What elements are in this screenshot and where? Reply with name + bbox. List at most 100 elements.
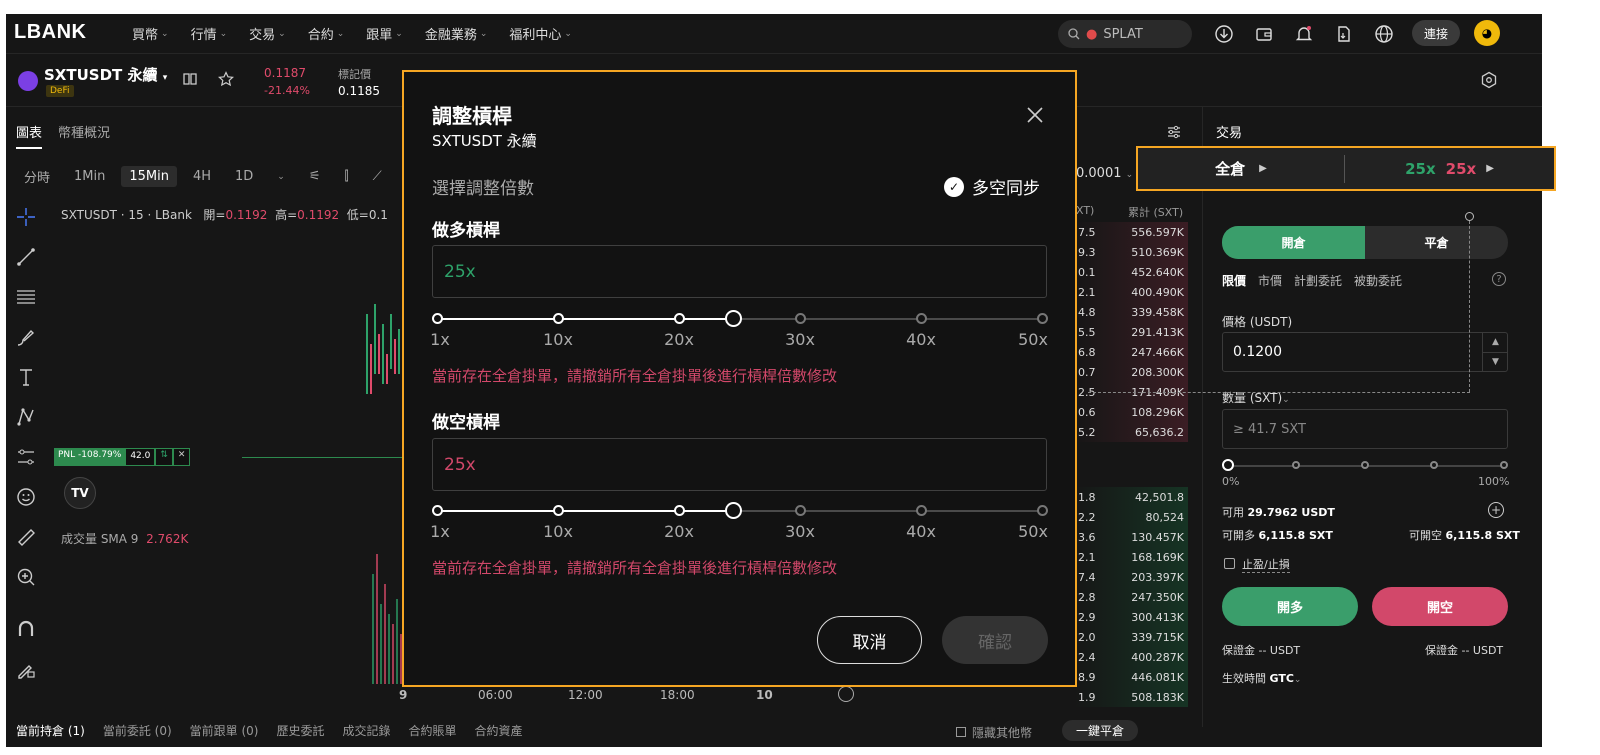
tab-market[interactable]: 市價 (1258, 272, 1282, 289)
tab-overview[interactable]: 幣種概況 (58, 122, 110, 149)
ruler-icon[interactable] (6, 517, 46, 557)
tf-line[interactable]: 分時 (16, 164, 58, 189)
long-short-sync-toggle[interactable]: ✓ 多空同步 (944, 174, 1040, 199)
connect-button[interactable]: 連接 (1412, 20, 1460, 46)
magnet-icon[interactable] (6, 609, 46, 649)
nav-item-copy[interactable]: 跟單 ⌄ (366, 24, 403, 43)
slider-dot[interactable] (1292, 461, 1300, 469)
measure-icon[interactable] (6, 437, 46, 477)
slider-dot[interactable] (1037, 313, 1048, 324)
ask-row[interactable]: 5.5 291.413K (1074, 322, 1188, 342)
tab-limit[interactable]: 限價 (1222, 272, 1246, 289)
pattern-icon[interactable] (6, 397, 46, 437)
chevron-down-icon[interactable]: ▼ (1483, 351, 1508, 372)
indicator-icon[interactable]: ⚟ (301, 166, 329, 187)
document-icon[interactable] (1332, 22, 1356, 46)
bid-row[interactable]: 3.6 130.457K (1074, 527, 1188, 547)
slider-knob[interactable] (725, 502, 743, 519)
tf-4h[interactable]: 4H (185, 166, 219, 187)
confirm-button[interactable]: 確認 (942, 616, 1048, 664)
bid-row[interactable]: 2.0 339.715K (1074, 627, 1188, 647)
qty-percent-slider[interactable] (1222, 459, 1508, 471)
bell-icon[interactable] (1292, 22, 1316, 46)
ask-row[interactable]: 5.2 65,636.2 (1074, 422, 1188, 442)
wallet-icon[interactable] (1252, 22, 1276, 46)
slider-dot[interactable] (674, 313, 685, 324)
nav-item-futures[interactable]: 合約 ⌄ (308, 24, 345, 43)
hide-others-checkbox[interactable]: 隱藏其他幣 (956, 724, 1032, 741)
slider-knob[interactable] (1222, 459, 1234, 471)
tab-chart[interactable]: 圖表 (16, 122, 43, 149)
open-long-button[interactable]: 開多 (1222, 587, 1358, 626)
slider-dot[interactable] (795, 505, 806, 516)
zoom-in-icon[interactable] (6, 557, 46, 597)
ask-row[interactable]: 9.3 510.369K (1074, 242, 1188, 262)
slider-dot[interactable] (1500, 461, 1508, 469)
price-input[interactable]: 0.1200 (1222, 332, 1508, 372)
slider-dot[interactable] (916, 313, 927, 324)
reverse-icon[interactable]: ⇅ (155, 448, 173, 466)
tab-trade-history[interactable]: 成交記錄 (343, 722, 391, 739)
tab-bills[interactable]: 合約賬單 (409, 722, 457, 739)
tf-1min[interactable]: 1Min (66, 166, 113, 187)
open-short-button[interactable]: 開空 (1372, 587, 1508, 626)
slider-dot[interactable] (553, 313, 564, 324)
ask-row[interactable]: 0.6 108.296K (1074, 402, 1188, 422)
chevron-down-icon[interactable]: ⌄ (269, 169, 293, 185)
nav-item-rewards[interactable]: 福利中心 ⌄ (509, 24, 572, 43)
tab-passive[interactable]: 被動委託 (1354, 272, 1402, 289)
brush-icon[interactable] (6, 317, 46, 357)
chevron-up-icon[interactable]: ▲ (1483, 333, 1508, 352)
margin-mode-select[interactable]: 全倉 ▶ (1138, 158, 1344, 179)
tab-copy-orders[interactable]: 當前跟單 (0) (190, 722, 259, 739)
fib-icon[interactable] (6, 277, 46, 317)
globe-icon[interactable] (1372, 22, 1396, 46)
slider-dot[interactable] (432, 313, 443, 324)
tpsl-checkbox[interactable] (1224, 558, 1235, 569)
slider-dot[interactable] (553, 505, 564, 516)
bid-row[interactable]: 2.8 247.350K (1074, 587, 1188, 607)
bid-row[interactable]: 1.9 508.183K (1074, 687, 1188, 707)
search-input[interactable]: ● SPLAT (1058, 20, 1192, 48)
compare-icon[interactable]: ⟋ (365, 166, 390, 187)
short-leverage-input[interactable]: 25x (432, 438, 1047, 491)
filter-icon[interactable] (1166, 124, 1182, 144)
ask-row[interactable]: 2.1 400.490K (1074, 282, 1188, 302)
price-step-select[interactable]: 0.0001 ⌄ (1076, 166, 1133, 181)
price-stepper[interactable]: ▲ ▼ (1482, 333, 1508, 371)
close-icon[interactable] (1024, 104, 1046, 126)
bid-row[interactable]: 7.4 203.397K (1074, 567, 1188, 587)
slider-dot[interactable] (795, 313, 806, 324)
ask-row[interactable]: 7.5 556.597K (1074, 222, 1188, 242)
slider-dot[interactable] (916, 505, 927, 516)
avatar[interactable]: ◕ (1474, 20, 1500, 46)
tab-plan[interactable]: 計劃委託 (1294, 272, 1342, 289)
tab-open-orders[interactable]: 當前委託 (0) (103, 722, 172, 739)
chart-settings-icon[interactable] (838, 686, 854, 702)
close-all-button[interactable]: 一鍵平倉 (1062, 720, 1139, 741)
tab-close-position[interactable]: 平倉 (1365, 226, 1508, 259)
candle-type-icon[interactable]: ⫿ (337, 166, 357, 187)
tab-order-history[interactable]: 歷史委託 (276, 722, 324, 739)
time-in-force-select[interactable]: 生效時間 GTC⌄ (1222, 670, 1301, 686)
slider-dot[interactable] (1430, 461, 1438, 469)
long-leverage-input[interactable]: 25x (432, 245, 1047, 298)
plus-icon[interactable]: + (1488, 502, 1504, 518)
ask-row[interactable]: 0.7 208.300K (1074, 362, 1188, 382)
lock-draw-icon[interactable] (6, 649, 46, 689)
ask-row[interactable]: 4.8 339.458K (1074, 302, 1188, 322)
bid-row[interactable]: 2.2 80,524 (1074, 507, 1188, 527)
nav-item-trade[interactable]: 交易 ⌄ (249, 24, 286, 43)
nav-item-finance[interactable]: 金融業務 ⌄ (425, 24, 488, 43)
trendline-icon[interactable] (6, 237, 46, 277)
text-icon[interactable] (6, 357, 46, 397)
ask-row[interactable]: 0.1 452.640K (1074, 262, 1188, 282)
nav-item-markets[interactable]: 行情 ⌄ (191, 24, 228, 43)
star-icon[interactable] (218, 71, 234, 91)
nav-item-buy[interactable]: 買幣 ⌄ (132, 24, 169, 43)
short-leverage-slider[interactable] (432, 502, 1048, 519)
emoji-icon[interactable] (6, 477, 46, 517)
slider-dot[interactable] (432, 505, 443, 516)
crosshair-icon[interactable] (6, 197, 46, 237)
tf-1d[interactable]: 1D (227, 166, 261, 187)
